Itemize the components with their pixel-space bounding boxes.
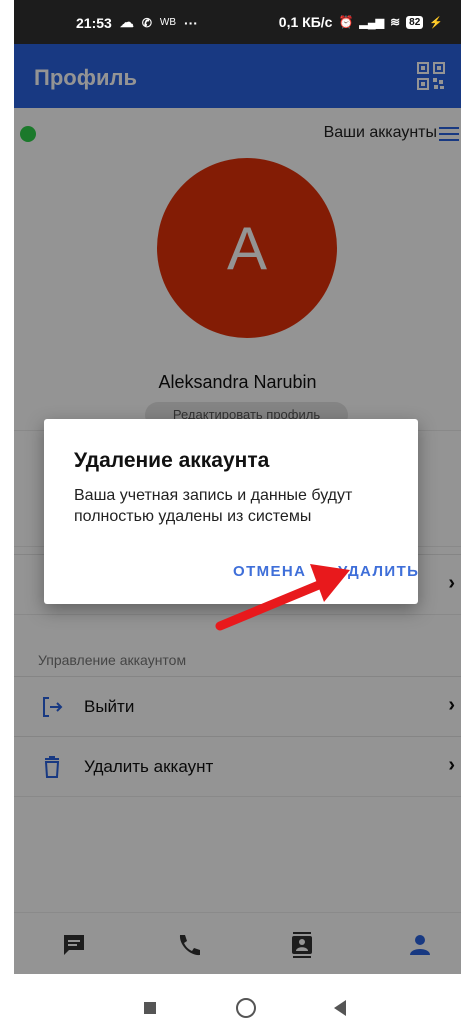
network-speed: 0,1 КБ/с [278, 14, 333, 30]
system-nav-bar [14, 974, 461, 1034]
home-icon[interactable] [236, 998, 256, 1018]
status-time: 21:53 [76, 14, 112, 31]
status-wb: WB [159, 17, 176, 28]
back-icon[interactable] [334, 1000, 346, 1016]
dialog-message: Ваша учетная запись и данные будут полно… [74, 487, 353, 525]
viber-icon: ✆ [141, 15, 152, 30]
wifi-icon: ≋ [390, 15, 401, 29]
battery-icon: 82 [406, 15, 424, 29]
alarm-icon: ⏰ [338, 15, 354, 29]
annotation-arrow-icon [215, 564, 350, 631]
cloud-icon: ☁ [119, 14, 134, 30]
charging-icon: ⚡ [429, 16, 443, 29]
status-more: ··· [183, 14, 198, 31]
status-bar: 21:53 ☁ ✆ WB ··· 0,1 КБ/с ⏰ ▂▄▆ ≋ 82 ⚡ [14, 0, 461, 44]
dialog-title: Удаление аккаунта [74, 449, 270, 472]
phone-screen: 21:53 ☁ ✆ WB ··· 0,1 КБ/с ⏰ ▂▄▆ ≋ 82 ⚡ П… [14, 0, 461, 1034]
recents-icon[interactable] [144, 1002, 156, 1014]
signal-icon: ▂▄▆ [359, 16, 385, 29]
